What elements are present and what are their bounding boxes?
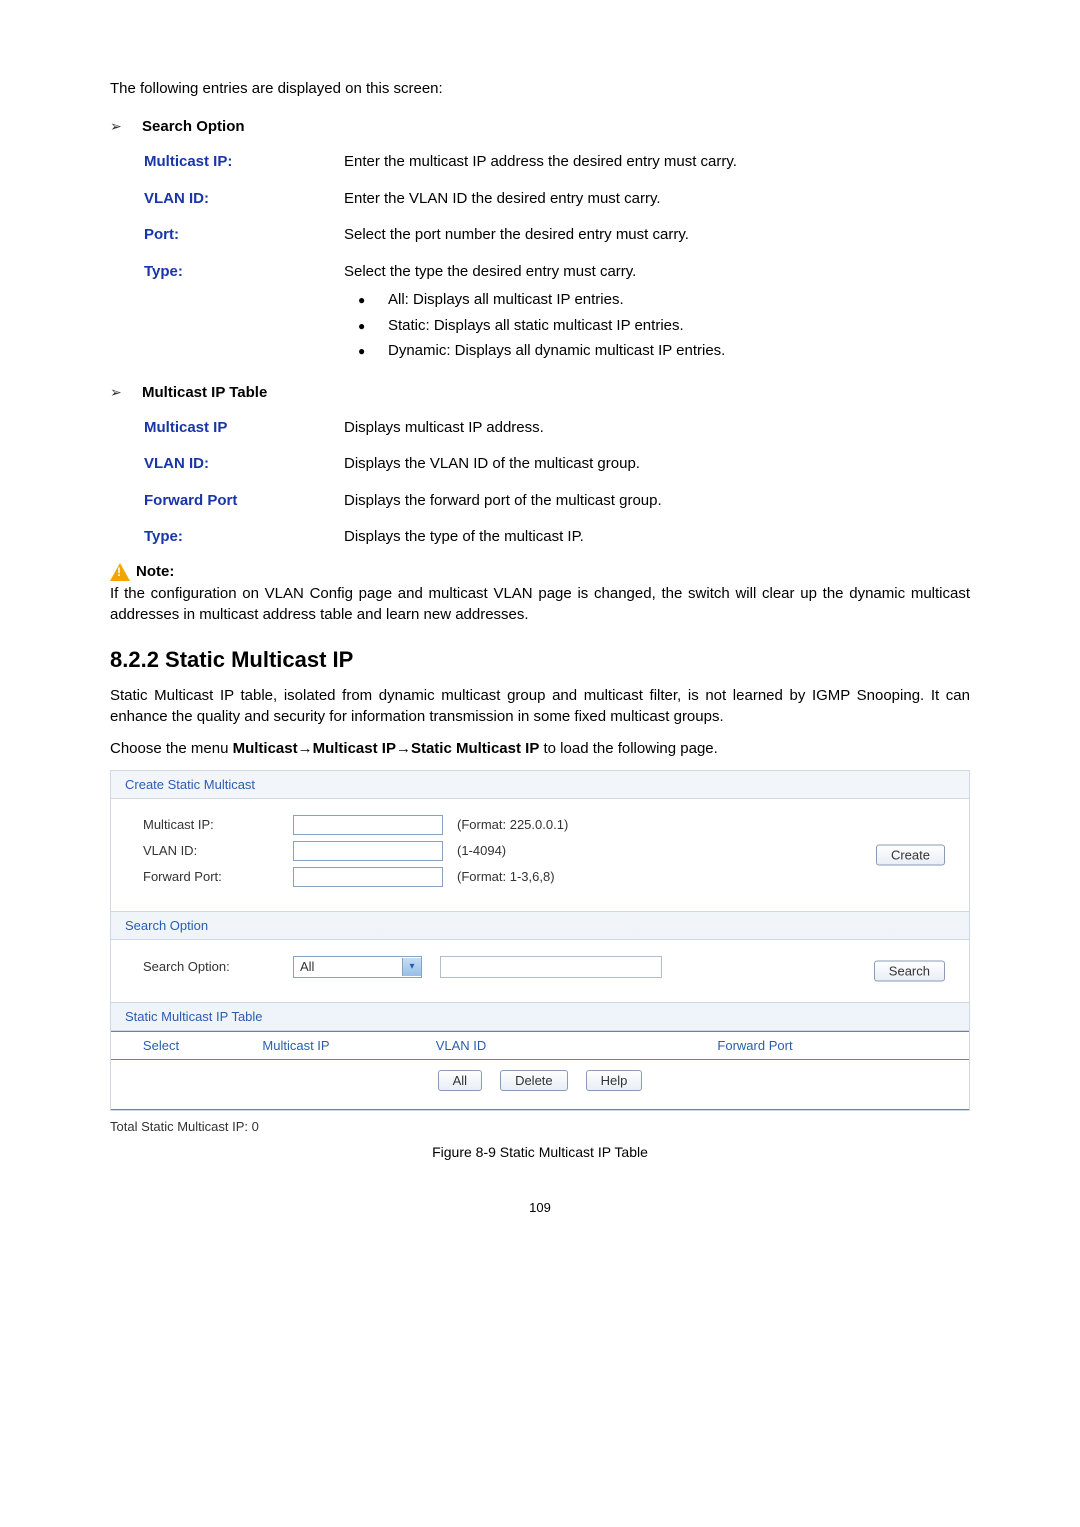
help-button[interactable]: Help	[586, 1070, 643, 1091]
delete-button[interactable]: Delete	[500, 1070, 568, 1091]
term: Port:	[144, 224, 344, 247]
search-option-select[interactable]: All ▾	[293, 956, 422, 978]
definition-row: VLAN ID: Displays the VLAN ID of the mul…	[144, 453, 970, 476]
sublist-item: ● All: Displays all multicast IP entries.	[358, 287, 970, 313]
multicast-table-definitions: Multicast IP Displays multicast IP addre…	[144, 417, 970, 549]
arrow-icon: ➢	[110, 118, 128, 135]
warning-icon	[110, 563, 130, 581]
vlan-id-hint: (1-4094)	[457, 843, 506, 858]
total-static-count: Total Static Multicast IP: 0	[110, 1119, 970, 1134]
desc: Displays multicast IP address.	[344, 417, 970, 440]
type-desc: Select the type the desired entry must c…	[344, 263, 636, 280]
menu-b2: Multicast IP	[313, 740, 396, 757]
create-static-body: Multicast IP: (Format: 225.0.0.1) VLAN I…	[111, 798, 969, 912]
menu-b1: Multicast	[233, 740, 298, 757]
type-sublist: ● All: Displays all multicast IP entries.…	[344, 287, 970, 364]
search-extra-input[interactable]	[440, 956, 662, 978]
search-option-row: Search Option: All ▾	[125, 956, 955, 978]
desc: Select the port number the desired entry…	[344, 224, 970, 247]
multicast-table-heading: Multicast IP Table	[142, 384, 267, 401]
forward-port-label: Forward Port:	[125, 869, 293, 884]
sublist-text: All: Displays all multicast IP entries.	[388, 287, 624, 313]
search-option-value: All	[294, 959, 402, 974]
menu-b3: Static Multicast IP	[411, 740, 539, 757]
multicast-ip-label: Multicast IP:	[125, 817, 293, 832]
col-select: Select	[111, 1038, 211, 1053]
forward-port-row: Forward Port: (Format: 1-3,6,8)	[125, 867, 955, 887]
desc: Select the type the desired entry must c…	[344, 261, 970, 364]
search-option-label: Search Option:	[125, 959, 293, 974]
forward-port-hint: (Format: 1-3,6,8)	[457, 869, 555, 884]
static-multicast-description: Static Multicast IP table, isolated from…	[110, 685, 970, 729]
menu-prefix: Choose the menu	[110, 740, 233, 757]
term: Multicast IP	[144, 417, 344, 440]
all-button[interactable]: All	[438, 1070, 482, 1091]
bullet-icon: ●	[358, 290, 368, 310]
create-static-title: Create Static Multicast	[111, 771, 969, 798]
sublist-text: Dynamic: Displays all dynamic multicast …	[388, 338, 725, 364]
search-option-definitions: Multicast IP: Enter the multicast IP add…	[144, 151, 970, 364]
sublist-text: Static: Displays all static multicast IP…	[388, 313, 684, 339]
note-heading: Note:	[110, 563, 970, 581]
subsection-title: 8.2.2 Static Multicast IP	[110, 647, 970, 673]
menu-arrow: →	[396, 740, 411, 757]
term: Type:	[144, 526, 344, 549]
multicast-ip-hint: (Format: 225.0.0.1)	[457, 817, 568, 832]
sublist-item: ● Static: Displays all static multicast I…	[358, 313, 970, 339]
desc: Enter the multicast IP address the desir…	[344, 151, 970, 174]
note-body: If the configuration on VLAN Config page…	[110, 583, 970, 625]
table-button-row: All Delete Help	[111, 1060, 969, 1109]
chevron-down-icon: ▾	[402, 958, 421, 976]
intro-text: The following entries are displayed on t…	[110, 80, 970, 97]
term: Forward Port	[144, 490, 344, 513]
menu-path: Choose the menu Multicast→Multicast IP→S…	[110, 738, 970, 760]
definition-row: VLAN ID: Enter the VLAN ID the desired e…	[144, 188, 970, 211]
desc: Displays the type of the multicast IP.	[344, 526, 970, 549]
search-option-heading: Search Option	[142, 118, 245, 135]
definition-row: Type: Displays the type of the multicast…	[144, 526, 970, 549]
col-vlan-id: VLAN ID	[381, 1038, 541, 1053]
bullet-icon: ●	[358, 316, 368, 336]
bullet-icon: ●	[358, 341, 368, 361]
arrow-icon: ➢	[110, 384, 128, 401]
col-multicast-ip: Multicast IP	[211, 1038, 381, 1053]
search-option-body: Search Option: All ▾ Search	[111, 939, 969, 1003]
multicast-ip-row: Multicast IP: (Format: 225.0.0.1)	[125, 815, 955, 835]
definition-row: Multicast IP: Enter the multicast IP add…	[144, 151, 970, 174]
desc: Displays the forward port of the multica…	[344, 490, 970, 513]
definition-row: Port: Select the port number the desired…	[144, 224, 970, 247]
page-number: 109	[110, 1200, 970, 1215]
col-forward-port: Forward Port	[541, 1038, 969, 1053]
desc: Displays the VLAN ID of the multicast gr…	[344, 453, 970, 476]
term: VLAN ID:	[144, 453, 344, 476]
definition-row-type: Type: Select the type the desired entry …	[144, 261, 970, 364]
create-button[interactable]: Create	[876, 844, 945, 865]
forward-port-input[interactable]	[293, 867, 443, 887]
figure-caption: Figure 8-9 Static Multicast IP Table	[110, 1144, 970, 1160]
term: VLAN ID:	[144, 188, 344, 211]
term: Multicast IP:	[144, 151, 344, 174]
static-table-title: Static Multicast IP Table	[111, 1003, 969, 1030]
static-multicast-panel: Create Static Multicast Multicast IP: (F…	[110, 770, 970, 1111]
divider	[111, 1109, 969, 1110]
term: Type:	[144, 261, 344, 364]
definition-row: Forward Port Displays the forward port o…	[144, 490, 970, 513]
note-label: Note:	[136, 563, 174, 580]
desc: Enter the VLAN ID the desired entry must…	[344, 188, 970, 211]
vlan-id-row: VLAN ID: (1-4094)	[125, 841, 955, 861]
search-button[interactable]: Search	[874, 960, 945, 981]
static-table-header: Select Multicast IP VLAN ID Forward Port	[111, 1032, 969, 1059]
multicast-table-heading-row: ➢ Multicast IP Table	[110, 378, 970, 407]
definition-row: Multicast IP Displays multicast IP addre…	[144, 417, 970, 440]
search-option-heading-row: ➢ Search Option	[110, 112, 970, 141]
vlan-id-input[interactable]	[293, 841, 443, 861]
menu-arrow: →	[298, 740, 313, 757]
menu-suffix: to load the following page.	[539, 740, 717, 757]
multicast-ip-input[interactable]	[293, 815, 443, 835]
search-option-title: Search Option	[111, 912, 969, 939]
vlan-id-label: VLAN ID:	[125, 843, 293, 858]
sublist-item: ● Dynamic: Displays all dynamic multicast…	[358, 338, 970, 364]
